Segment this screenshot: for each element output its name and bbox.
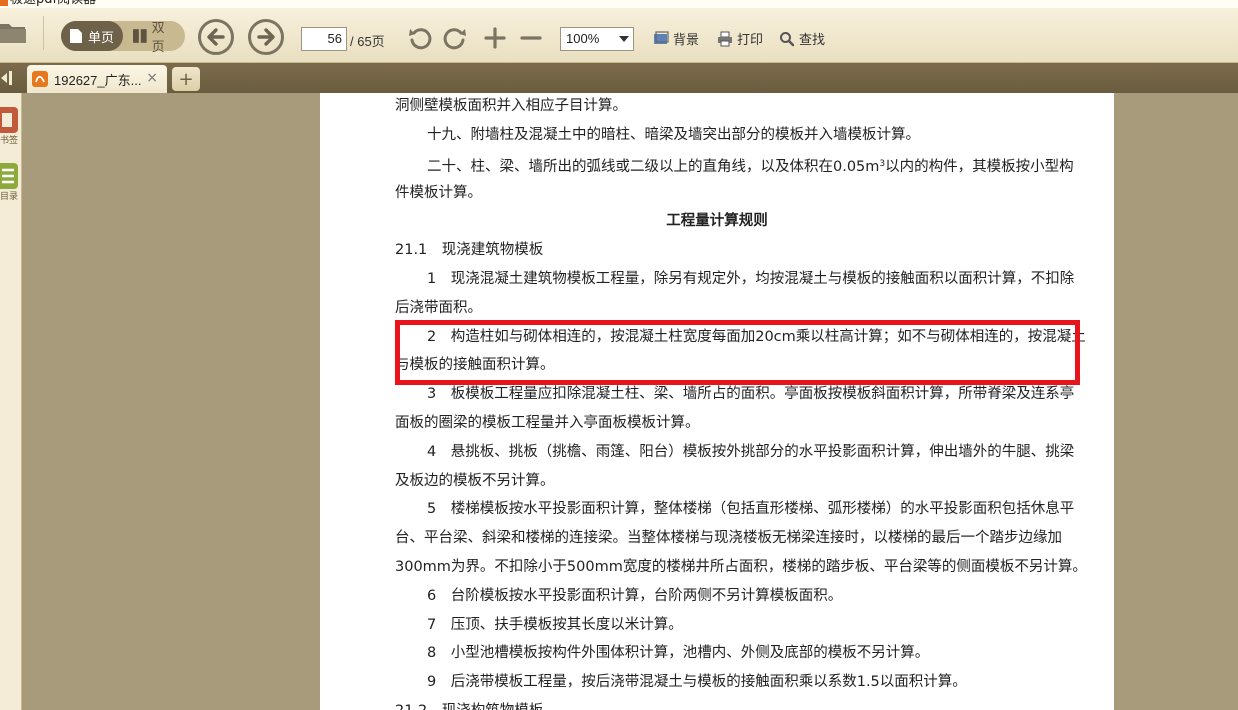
print-button[interactable]: 打印 xyxy=(717,29,763,48)
zoom-in-icon xyxy=(484,27,506,49)
doc-line: 7 压顶、扶手模板按其长度以米计算。 xyxy=(427,617,683,633)
chevron-down-icon xyxy=(619,36,629,42)
double-page-button[interactable]: 双页 xyxy=(125,21,185,55)
doc-line-text: 以内的构件，其模板按小型构 xyxy=(885,159,1074,175)
find-button[interactable]: 查找 xyxy=(779,29,825,48)
pdf-page: 洞侧壁模板面积并入相应子目计算。 十九、附墙柱及混凝土中的暗柱、暗梁及墙突出部分… xyxy=(320,93,1114,710)
zoom-value: 100% xyxy=(566,31,600,46)
zoom-out-icon xyxy=(520,36,542,40)
doc-line: 300mm为界。不扣除小于500mm宽度的楼梯井所占面积，楼梯的踏步板、平台梁等… xyxy=(395,559,1087,575)
doc-line: 3 板模板工程量应扣除混凝土柱、梁、墙所占的面积。亭面板按模板斜面积计算，所带脊… xyxy=(427,386,1075,402)
background-label: 背景 xyxy=(673,33,700,48)
rotate-right-icon xyxy=(443,28,466,50)
sidebar-item-toc[interactable]: 目录 xyxy=(0,161,22,202)
print-label: 打印 xyxy=(737,33,764,48)
page-mode-toggle: 单页 双页 xyxy=(61,21,185,55)
single-page-icon xyxy=(70,29,82,43)
forward-arrow-icon xyxy=(257,28,275,46)
doc-line: 十九、附墙柱及混凝土中的暗柱、暗梁及墙突出部分的模板并入墙模板计算。 xyxy=(427,127,920,143)
sidebar: 书签 目录 xyxy=(0,93,22,710)
doc-line: 台、平台梁、斜梁和楼梯的连接梁。当整体楼梯与现浇楼板无梯梁连接时，以楼梯的最后一… xyxy=(395,530,1062,546)
zoom-in-button[interactable] xyxy=(481,24,509,52)
new-tab-button[interactable]: + xyxy=(172,67,200,91)
doc-line: 件模板计算。 xyxy=(395,185,482,201)
doc-line: 1 现浇混凝土建筑物模板工程量，除另有规定外，均按混凝土与模板的接触面积以面积计… xyxy=(427,271,1075,287)
background-icon xyxy=(654,30,669,44)
background-button[interactable]: 背景 xyxy=(653,29,699,48)
single-page-button[interactable]: 单页 xyxy=(61,21,123,51)
highlight-box xyxy=(395,320,1080,385)
doc-line: 9 后浇带模板工程量，按后浇带混凝土与模板的接触面积乘以系数1.5以面积计算。 xyxy=(427,674,967,690)
double-page-icon xyxy=(133,29,147,43)
pdf-file-icon xyxy=(32,71,48,87)
doc-line: 8 小型池槽模板按构件外围体积计算，池槽内、外侧及底部的模板不另计算。 xyxy=(427,645,930,661)
bookmark-label: 书签 xyxy=(0,136,19,146)
rotate-right-button[interactable] xyxy=(441,24,469,52)
zoom-select[interactable]: 100% xyxy=(560,27,634,51)
title-bar: 极速pdf阅读器 xyxy=(0,0,1238,8)
doc-line: 21.1 现浇建筑物模板 xyxy=(395,242,544,258)
app-icon xyxy=(0,0,8,6)
page-number-input[interactable]: 56 xyxy=(301,27,347,51)
single-page-label: 单页 xyxy=(88,30,115,46)
doc-line: 4 悬挑板、挑板（挑檐、雨篷、阳台）模板按外挑部分的水平投影面积计算，伸出墙外的… xyxy=(427,444,1075,460)
collapse-sidebar-icon[interactable] xyxy=(0,69,14,87)
toc-label: 目录 xyxy=(0,192,19,202)
printer-icon xyxy=(718,31,732,46)
rotate-left-button[interactable] xyxy=(406,24,434,52)
page-total: / 65页 xyxy=(350,34,385,49)
toolbar: 单页 双页 56 / 65页 100% 背景 打印 查找 xyxy=(0,8,1238,63)
section-heading: 工程量计算规则 xyxy=(666,213,768,229)
doc-line: 5 楼梯模板按水平投影面积计算，整体楼梯（包括直形楼梯、弧形楼梯）的水平投影面积… xyxy=(427,501,1075,517)
previous-page-button[interactable] xyxy=(198,19,234,55)
doc-line: 洞侧壁模板面积并入相应子目计算。 xyxy=(395,98,627,114)
back-arrow-icon xyxy=(207,28,225,46)
doc-line: 二十、柱、梁、墙所出的弧线或二级以上的直角线，以及体积在0.05m3以内的构件，… xyxy=(427,154,1097,177)
double-page-label: 双页 xyxy=(151,21,165,55)
doc-line: 及板边的模板不另计算。 xyxy=(395,473,555,489)
doc-line: 6 台阶模板按水平投影面积计算，台阶两侧不另计算模板面积。 xyxy=(427,588,843,604)
folder-icon[interactable] xyxy=(0,18,28,46)
doc-line-text: 二十、柱、梁、墙所出的弧线或二级以上的直角线，以及体积在0.05m xyxy=(427,159,880,175)
tab-label: 192627_广东... xyxy=(54,72,142,88)
doc-line: 21.2 现浇构筑物模板 xyxy=(395,701,1065,710)
rotate-left-icon xyxy=(409,28,432,50)
close-icon[interactable]: × xyxy=(146,70,158,86)
toc-icon xyxy=(0,163,18,189)
document-viewport[interactable]: 洞侧壁模板面积并入相应子目计算。 十九、附墙柱及混凝土中的暗柱、暗梁及墙突出部分… xyxy=(23,93,1238,710)
tab-document[interactable]: 192627_广东... × xyxy=(27,65,167,93)
window-title: 极速pdf阅读器 xyxy=(10,0,96,8)
sidebar-item-bookmarks[interactable]: 书签 xyxy=(0,105,22,146)
doc-line: 后浇带面积。 xyxy=(395,300,482,316)
zoom-out-button[interactable] xyxy=(517,24,545,52)
search-icon xyxy=(780,31,795,46)
bookmark-icon xyxy=(0,107,18,133)
tab-bar: 192627_广东... × + xyxy=(0,63,1238,93)
toolbar-separator xyxy=(43,16,44,50)
doc-line: 面板的圈梁的模板工程量并入亭面板模板计算。 xyxy=(395,415,700,431)
find-label: 查找 xyxy=(799,33,826,48)
next-page-button[interactable] xyxy=(248,19,284,55)
